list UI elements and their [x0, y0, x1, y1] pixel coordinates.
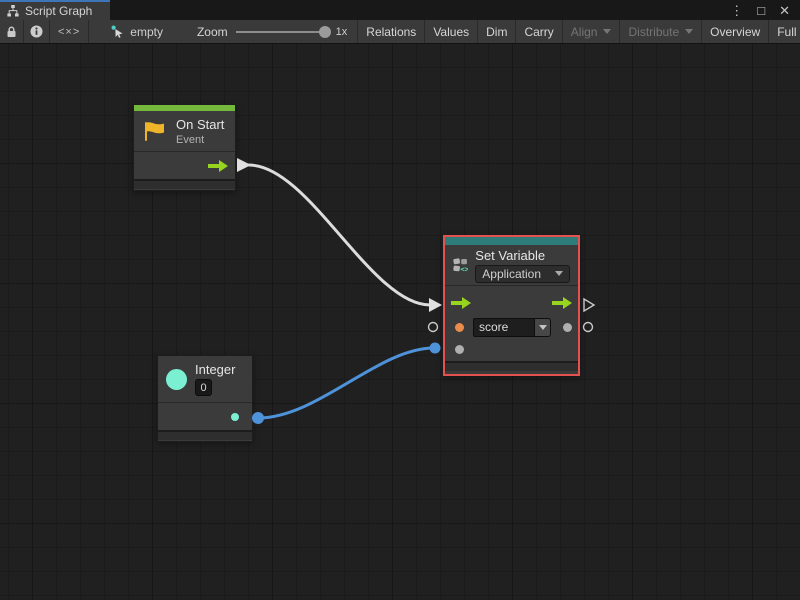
chevron-down-icon: [539, 325, 547, 330]
overview-button[interactable]: Overview: [701, 20, 768, 43]
on-start-header: On Start Event: [134, 111, 235, 151]
control-output-port[interactable]: [552, 297, 572, 309]
svg-text:<>: <>: [460, 265, 468, 274]
lock-button[interactable]: [0, 20, 24, 43]
window-close-icon[interactable]: ✕: [779, 4, 790, 17]
align-button-label: Align: [571, 25, 598, 39]
control-edge-end-cap: [429, 298, 442, 312]
node-title: Set Variable: [475, 248, 570, 263]
node-integer[interactable]: Integer 0: [157, 355, 253, 442]
zoom-slider-handle[interactable]: [319, 26, 331, 38]
node-title: On Start: [176, 117, 224, 132]
distribute-button[interactable]: Distribute: [619, 20, 701, 43]
external-input-port-circle[interactable]: [429, 323, 438, 332]
value-edge[interactable]: [258, 348, 434, 418]
dim-button[interactable]: Dim: [477, 20, 515, 43]
zoom-label: Zoom: [197, 25, 228, 39]
node-footer: [134, 179, 235, 189]
variables-icon: <>: [453, 251, 468, 279]
carry-button[interactable]: Carry: [515, 20, 561, 43]
control-flow-edge[interactable]: [249, 165, 430, 305]
window-menu-icon[interactable]: ⋮: [730, 4, 743, 17]
titlebar: Script Graph ⋮ □ ✕: [0, 0, 800, 20]
align-button[interactable]: Align: [562, 20, 620, 43]
external-output-port-circle[interactable]: [584, 323, 593, 332]
variable-scope-value: Application: [482, 267, 541, 281]
variable-name-dropdown-button[interactable]: [535, 318, 551, 337]
node-color-bar: [445, 237, 578, 245]
breadcrumb-label: empty: [130, 25, 163, 39]
lock-icon: [6, 26, 17, 38]
node-footer: [445, 361, 578, 371]
value-edge-end-cap: [430, 343, 441, 354]
control-edge-start-cap: [237, 158, 251, 172]
edges-layer: [0, 44, 800, 600]
name-input-port[interactable]: [455, 323, 464, 332]
code-view-button[interactable]: <×>: [50, 20, 89, 43]
control-input-port[interactable]: [451, 297, 471, 309]
value-edge-start-cap: [252, 412, 264, 424]
integer-body: [158, 402, 252, 430]
value-input-row: [445, 338, 578, 360]
fullscreen-button[interactable]: Full Screen: [768, 20, 800, 43]
chevron-down-icon: [685, 29, 693, 34]
relations-button[interactable]: Relations: [357, 20, 424, 43]
control-output-port[interactable]: [208, 160, 228, 172]
window-maximize-icon[interactable]: □: [757, 4, 765, 17]
variable-scope-dropdown[interactable]: Application: [475, 265, 570, 283]
info-button[interactable]: [24, 20, 50, 43]
variable-name-row: score: [445, 316, 578, 338]
zoom-value: 1x: [336, 26, 348, 38]
node-subtitle: Event: [176, 134, 224, 146]
tab-title: Script Graph: [25, 4, 92, 18]
variable-name-field[interactable]: score: [473, 318, 535, 337]
node-title: Integer: [195, 362, 235, 377]
value-input-port[interactable]: [455, 345, 464, 354]
zoom-slider[interactable]: [236, 31, 328, 33]
graph-breadcrumb[interactable]: empty: [105, 20, 169, 43]
set-variable-header: <> Set Variable Application: [445, 245, 578, 285]
graph-canvas[interactable]: On Start Event Integer 0: [0, 44, 800, 600]
info-icon: [30, 25, 43, 38]
external-output-port-triangle[interactable]: [584, 299, 594, 311]
distribute-button-label: Distribute: [628, 25, 679, 39]
control-port-row: [445, 290, 578, 316]
chevron-down-icon: [555, 271, 563, 276]
node-set-variable[interactable]: <> Set Variable Application: [443, 235, 580, 376]
integer-value-field[interactable]: 0: [195, 379, 212, 396]
script-graph-window: Script Graph ⋮ □ ✕ <×>: [0, 0, 800, 600]
window-controls: ⋮ □ ✕: [730, 0, 800, 20]
chevron-down-icon: [603, 29, 611, 34]
value-output-port[interactable]: [563, 323, 572, 332]
graph-pointer-icon: [111, 25, 124, 38]
toolbar-right-group: Relations Values Dim Carry Align Distrib…: [357, 20, 800, 43]
tab-script-graph[interactable]: Script Graph: [0, 0, 110, 20]
on-start-body: [134, 151, 235, 179]
teal-circle-icon: [166, 369, 187, 390]
set-variable-body: score: [445, 285, 578, 361]
values-button[interactable]: Values: [424, 20, 477, 43]
zoom-control: Zoom 1x: [197, 20, 357, 43]
integer-header: Integer 0: [158, 356, 252, 402]
graph-toolbar: <×> empty Zoom 1x Relations Values Dim C…: [0, 20, 800, 44]
integer-output-port[interactable]: [231, 413, 239, 421]
node-footer: [158, 430, 252, 440]
flag-icon: [142, 120, 168, 143]
node-on-start[interactable]: On Start Event: [133, 104, 236, 191]
variable-name-combo: score: [473, 318, 551, 337]
script-graph-icon: [7, 5, 19, 17]
